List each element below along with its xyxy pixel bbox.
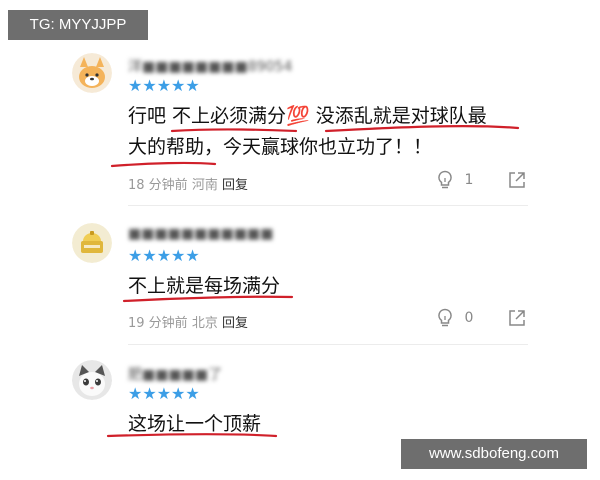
lightbulb-icon bbox=[438, 170, 452, 189]
dog-avatar-icon[interactable] bbox=[72, 53, 112, 93]
like-count: 0 bbox=[464, 310, 474, 326]
username[interactable]: 肥■■■■■了 bbox=[128, 364, 222, 384]
comment-meta: 19 分钟前 北京 回复 bbox=[128, 312, 248, 331]
comment-text-line: 这场让一个顶薪 bbox=[128, 413, 262, 435]
username[interactable]: ■■■■■■■■■■■ bbox=[128, 226, 274, 242]
rating-stars: ★★★★★ bbox=[128, 76, 200, 95]
username[interactable]: 洋■■■■■■■■89054 bbox=[128, 56, 292, 76]
comment-time: 19 分钟前 bbox=[128, 316, 188, 331]
bell-avatar-icon[interactable] bbox=[72, 223, 112, 263]
share-button[interactable] bbox=[508, 309, 526, 331]
rating-stars: ★★★★★ bbox=[128, 246, 200, 265]
rating-stars: ★★★★★ bbox=[128, 384, 200, 403]
comment-text-line: 大的帮助，今天赢球你也立功了！！ bbox=[128, 136, 433, 158]
share-icon bbox=[509, 172, 525, 188]
comment-meta: 18 分钟前 河南 回复 bbox=[128, 174, 248, 193]
share-button[interactable] bbox=[508, 171, 526, 193]
watermark-bottom: www.sdbofeng.com bbox=[401, 439, 587, 469]
comment-text-line: 不上就是每场满分 bbox=[128, 275, 281, 297]
watermark-top: TG: MYYJJPP bbox=[8, 10, 148, 40]
like-count: 1 bbox=[464, 172, 474, 188]
comment-text-line: 行吧 不上必须满分💯 没添乱就是对球队最 bbox=[128, 105, 487, 127]
comment-time: 18 分钟前 bbox=[128, 178, 188, 193]
reply-button[interactable]: 回复 bbox=[222, 316, 248, 331]
lightbulb-icon bbox=[438, 308, 452, 327]
like-button[interactable]: 0 bbox=[436, 308, 473, 328]
comment-location: 河南 bbox=[191, 178, 218, 193]
divider bbox=[128, 205, 528, 206]
like-button[interactable]: 1 bbox=[436, 170, 473, 190]
comment-location: 北京 bbox=[191, 316, 218, 331]
divider bbox=[128, 344, 528, 345]
cat-avatar-icon[interactable] bbox=[72, 360, 112, 400]
share-icon bbox=[509, 310, 525, 326]
reply-button[interactable]: 回复 bbox=[222, 178, 248, 193]
